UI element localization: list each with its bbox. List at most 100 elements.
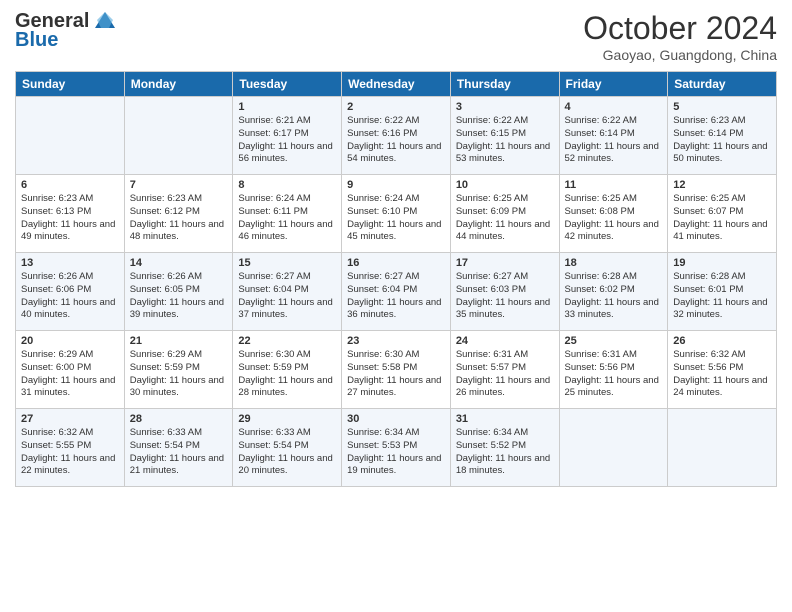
calendar-cell: 5 Sunrise: 6:23 AMSunset: 6:14 PMDaylight… [668, 97, 777, 175]
calendar-cell: 16Sunrise: 6:27 AMSunset: 6:04 PMDayligh… [342, 253, 451, 331]
calendar-cell: 19 Sunrise: 6:28 AMSunset: 6:01 PMDayligh… [668, 253, 777, 331]
day-number: 15 [238, 257, 336, 269]
calendar-cell: 13 Sunrise: 6:26 AMSunset: 6:06 PMDayligh… [16, 253, 125, 331]
calendar-cell: 30 Sunrise: 6:34 AMSunset: 5:53 PMDayligh… [342, 409, 451, 487]
calendar-cell: 21Sunrise: 6:29 AMSunset: 5:59 PMDayligh… [124, 331, 233, 409]
calendar-cell: 6 Sunrise: 6:23 AMSunset: 6:13 PMDaylight… [16, 175, 125, 253]
calendar-cell: 15 Sunrise: 6:27 AMSunset: 6:04 PMDayligh… [233, 253, 342, 331]
day-number: 22 [238, 335, 336, 347]
day-number: 5 [673, 101, 771, 113]
day-number: 30 [347, 413, 445, 425]
cell-info: Sunrise: 6:34 AMSunset: 5:52 PMDaylight:… [456, 427, 554, 478]
day-number: 31 [456, 413, 554, 425]
cell-info: Sunrise: 6:33 AMSunset: 5:54 PMDaylight:… [238, 427, 336, 478]
calendar-cell: 2 Sunrise: 6:22 AMSunset: 6:16 PMDaylight… [342, 97, 451, 175]
cell-info: Sunrise: 6:23 AMSunset: 6:13 PMDaylight:… [21, 193, 119, 244]
cell-info: Sunrise: 6:27 AMSunset: 6:04 PMDaylight:… [347, 271, 445, 322]
calendar-cell: 12Sunrise: 6:25 AMSunset: 6:07 PMDayligh… [668, 175, 777, 253]
day-number: 9 [347, 179, 445, 191]
calendar-cell: 17Sunrise: 6:27 AMSunset: 6:03 PMDayligh… [450, 253, 559, 331]
cell-info: Sunrise: 6:31 AMSunset: 5:57 PMDaylight:… [456, 349, 554, 400]
calendar-cell: 23 Sunrise: 6:30 AMSunset: 5:58 PMDayligh… [342, 331, 451, 409]
day-number: 21 [130, 335, 228, 347]
calendar-cell: 10 Sunrise: 6:25 AMSunset: 6:09 PMDayligh… [450, 175, 559, 253]
cell-info: Sunrise: 6:22 AMSunset: 6:16 PMDaylight:… [347, 115, 445, 166]
cell-info: Sunrise: 6:28 AMSunset: 6:01 PMDaylight:… [673, 271, 771, 322]
day-number: 10 [456, 179, 554, 191]
cell-info: Sunrise: 6:32 AMSunset: 5:55 PMDaylight:… [21, 427, 119, 478]
calendar-cell: 3 Sunrise: 6:22 AMSunset: 6:15 PMDaylight… [450, 97, 559, 175]
col-sunday: Sunday [16, 72, 125, 97]
calendar-cell: 31 Sunrise: 6:34 AMSunset: 5:52 PMDayligh… [450, 409, 559, 487]
cell-info: Sunrise: 6:27 AMSunset: 6:03 PMDaylight:… [456, 271, 554, 322]
calendar-cell [124, 97, 233, 175]
calendar-cell [559, 409, 668, 487]
cell-info: Sunrise: 6:22 AMSunset: 6:14 PMDaylight:… [565, 115, 663, 166]
cell-info: Sunrise: 6:34 AMSunset: 5:53 PMDaylight:… [347, 427, 445, 478]
calendar-cell: 24 Sunrise: 6:31 AMSunset: 5:57 PMDayligh… [450, 331, 559, 409]
cell-info: Sunrise: 6:27 AMSunset: 6:04 PMDaylight:… [238, 271, 336, 322]
calendar-cell: 11 Sunrise: 6:25 AMSunset: 6:08 PMDayligh… [559, 175, 668, 253]
cell-info: Sunrise: 6:26 AMSunset: 6:06 PMDaylight:… [21, 271, 119, 322]
calendar-cell: 20 Sunrise: 6:29 AMSunset: 6:00 PMDayligh… [16, 331, 125, 409]
day-number: 3 [456, 101, 554, 113]
calendar-table: Sunday Monday Tuesday Wednesday Thursday… [15, 71, 777, 487]
cell-info: Sunrise: 6:32 AMSunset: 5:56 PMDaylight:… [673, 349, 771, 400]
day-number: 8 [238, 179, 336, 191]
cell-info: Sunrise: 6:25 AMSunset: 6:07 PMDaylight:… [673, 193, 771, 244]
col-friday: Friday [559, 72, 668, 97]
cell-info: Sunrise: 6:29 AMSunset: 6:00 PMDaylight:… [21, 349, 119, 400]
day-number: 27 [21, 413, 119, 425]
day-number: 13 [21, 257, 119, 269]
calendar-row-4: 20 Sunrise: 6:29 AMSunset: 6:00 PMDayligh… [16, 331, 777, 409]
calendar-cell: 26Sunrise: 6:32 AMSunset: 5:56 PMDayligh… [668, 331, 777, 409]
day-number: 19 [673, 257, 771, 269]
day-number: 24 [456, 335, 554, 347]
calendar-cell: 4 Sunrise: 6:22 AMSunset: 6:14 PMDaylight… [559, 97, 668, 175]
day-number: 6 [21, 179, 119, 191]
col-monday: Monday [124, 72, 233, 97]
day-number: 20 [21, 335, 119, 347]
cell-info: Sunrise: 6:23 AMSunset: 6:14 PMDaylight:… [673, 115, 771, 166]
calendar-cell: 7Sunrise: 6:23 AMSunset: 6:12 PMDaylight… [124, 175, 233, 253]
cell-info: Sunrise: 6:33 AMSunset: 5:54 PMDaylight:… [130, 427, 228, 478]
day-number: 18 [565, 257, 663, 269]
calendar-cell: 8Sunrise: 6:24 AMSunset: 6:11 PMDaylight… [233, 175, 342, 253]
calendar-cell: 1 Sunrise: 6:21 AMSunset: 6:17 PMDaylight… [233, 97, 342, 175]
logo: General Blue [15, 10, 119, 52]
col-wednesday: Wednesday [342, 72, 451, 97]
day-number: 11 [565, 179, 663, 191]
cell-info: Sunrise: 6:30 AMSunset: 5:58 PMDaylight:… [347, 349, 445, 400]
calendar-cell: 28 Sunrise: 6:33 AMSunset: 5:54 PMDayligh… [124, 409, 233, 487]
day-number: 23 [347, 335, 445, 347]
logo-icon [91, 8, 119, 32]
month-title: October 2024 [583, 10, 777, 47]
cell-info: Sunrise: 6:31 AMSunset: 5:56 PMDaylight:… [565, 349, 663, 400]
cell-info: Sunrise: 6:25 AMSunset: 6:08 PMDaylight:… [565, 193, 663, 244]
day-number: 14 [130, 257, 228, 269]
cell-info: Sunrise: 6:22 AMSunset: 6:15 PMDaylight:… [456, 115, 554, 166]
day-number: 29 [238, 413, 336, 425]
calendar-cell: 9 Sunrise: 6:24 AMSunset: 6:10 PMDaylight… [342, 175, 451, 253]
col-saturday: Saturday [668, 72, 777, 97]
calendar-row-5: 27 Sunrise: 6:32 AMSunset: 5:55 PMDayligh… [16, 409, 777, 487]
calendar-row-2: 6 Sunrise: 6:23 AMSunset: 6:13 PMDaylight… [16, 175, 777, 253]
main-container: General Blue October 2024 Gaoyao, Guangd… [0, 0, 792, 497]
cell-info: Sunrise: 6:21 AMSunset: 6:17 PMDaylight:… [238, 115, 336, 166]
calendar-cell: 29 Sunrise: 6:33 AMSunset: 5:54 PMDayligh… [233, 409, 342, 487]
header: General Blue October 2024 Gaoyao, Guangd… [15, 10, 777, 63]
day-number: 28 [130, 413, 228, 425]
cell-info: Sunrise: 6:24 AMSunset: 6:10 PMDaylight:… [347, 193, 445, 244]
day-number: 1 [238, 101, 336, 113]
cell-info: Sunrise: 6:30 AMSunset: 5:59 PMDaylight:… [238, 349, 336, 400]
location-subtitle: Gaoyao, Guangdong, China [583, 47, 777, 63]
day-number: 4 [565, 101, 663, 113]
header-row: Sunday Monday Tuesday Wednesday Thursday… [16, 72, 777, 97]
cell-info: Sunrise: 6:28 AMSunset: 6:02 PMDaylight:… [565, 271, 663, 322]
day-number: 2 [347, 101, 445, 113]
calendar-cell: 22 Sunrise: 6:30 AMSunset: 5:59 PMDayligh… [233, 331, 342, 409]
calendar-row-1: 1 Sunrise: 6:21 AMSunset: 6:17 PMDaylight… [16, 97, 777, 175]
calendar-cell: 27 Sunrise: 6:32 AMSunset: 5:55 PMDayligh… [16, 409, 125, 487]
cell-info: Sunrise: 6:25 AMSunset: 6:09 PMDaylight:… [456, 193, 554, 244]
calendar-cell: 14Sunrise: 6:26 AMSunset: 6:05 PMDayligh… [124, 253, 233, 331]
